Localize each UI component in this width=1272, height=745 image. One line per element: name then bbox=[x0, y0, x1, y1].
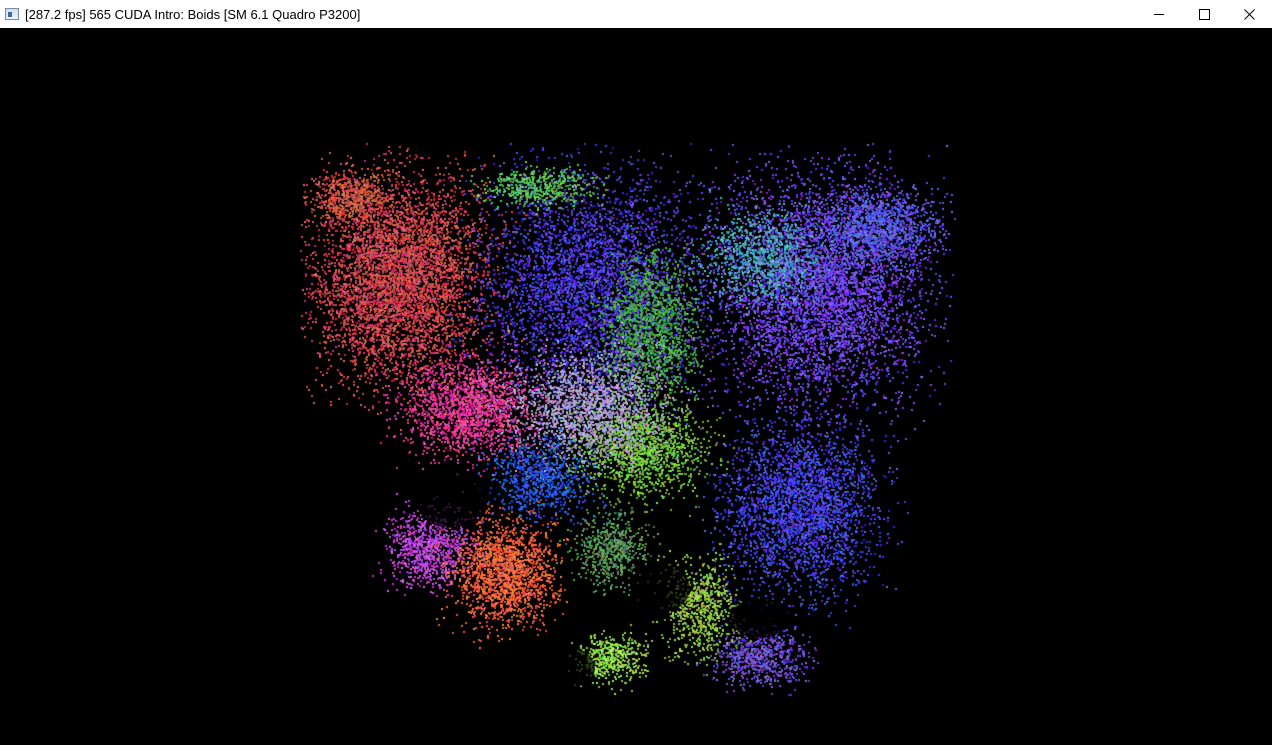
boids-particle-canvas[interactable] bbox=[0, 28, 1272, 745]
maximize-icon bbox=[1199, 8, 1210, 20]
app-window-icon[interactable] bbox=[5, 8, 19, 20]
maximize-button[interactable] bbox=[1182, 0, 1227, 28]
close-icon bbox=[1244, 8, 1255, 20]
simulation-viewport[interactable] bbox=[0, 28, 1272, 745]
app-window: [287.2 fps] 565 CUDA Intro: Boids [SM 6.… bbox=[0, 0, 1272, 745]
title-bar[interactable]: [287.2 fps] 565 CUDA Intro: Boids [SM 6.… bbox=[0, 0, 1272, 28]
minimize-icon bbox=[1154, 13, 1164, 15]
window-controls bbox=[1137, 0, 1272, 28]
minimize-button[interactable] bbox=[1137, 0, 1182, 28]
window-title: [287.2 fps] 565 CUDA Intro: Boids [SM 6.… bbox=[25, 6, 361, 22]
close-button[interactable] bbox=[1227, 0, 1272, 28]
